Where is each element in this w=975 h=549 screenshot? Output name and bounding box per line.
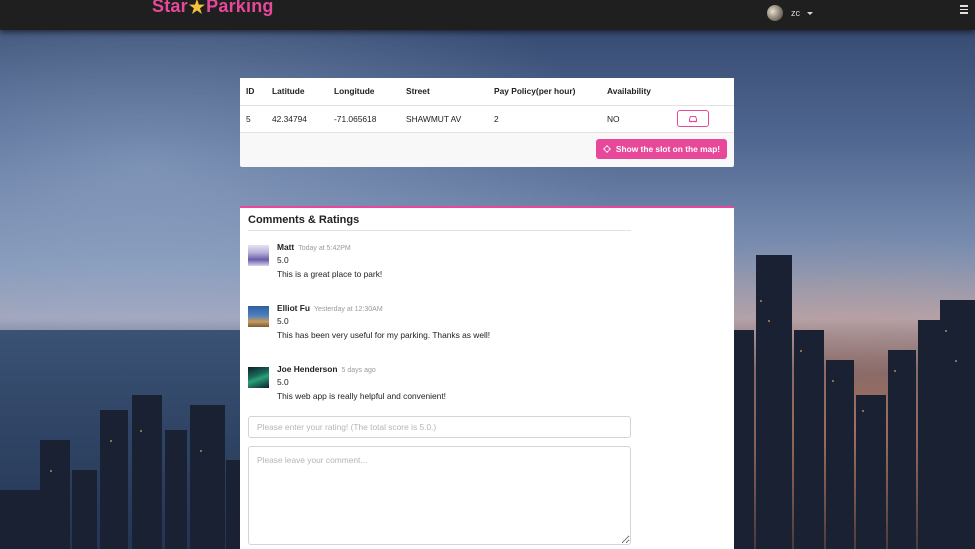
comment-rating: 5.0 <box>277 377 289 387</box>
comment-time: 5 days ago <box>341 367 376 374</box>
hamburger-menu-icon[interactable] <box>960 5 968 16</box>
star-icon: ★ <box>188 0 206 17</box>
user-name: zc <box>791 8 800 18</box>
comment-rating: 5.0 <box>277 316 289 326</box>
user-avatar <box>767 5 783 21</box>
cell-pay-policy: 2 <box>488 104 601 133</box>
reserve-car-button[interactable] <box>677 110 709 127</box>
rating-input[interactable] <box>248 416 631 438</box>
car-icon <box>689 115 697 122</box>
comment-text: This has been very useful for my parking… <box>277 330 491 340</box>
table-row: 5 42.34794 -71.065618 SHAWMUT AV 2 NO <box>240 104 734 133</box>
comment-rating: 5.0 <box>277 255 289 265</box>
top-navbar: Star ★ Parking zc <box>0 0 975 30</box>
header-longitude: Longitude <box>328 78 400 105</box>
cell-street: SHAWMUT AV <box>400 104 488 133</box>
comment-time: Yesterday at 12:30AM <box>314 306 383 313</box>
slot-table: ID Latitude Longitude Street Pay Policy(… <box>240 78 734 133</box>
cell-latitude: 42.34794 <box>266 104 328 133</box>
crosshair-icon <box>602 145 611 153</box>
header-street: Street <box>400 78 488 105</box>
user-menu[interactable]: zc <box>767 5 813 21</box>
comments-title: Comments & Ratings <box>248 214 631 231</box>
brand-text-parking: Parking <box>206 0 274 16</box>
comment-time: Today at 5:42PM <box>298 245 351 252</box>
chevron-down-icon <box>807 11 813 15</box>
header-availability: Availability <box>601 78 671 105</box>
comment-text: This web app is really helpful and conve… <box>277 391 446 401</box>
comment-author[interactable]: Elliot Fu Yesterday at 12:30AM <box>277 303 383 313</box>
cell-action <box>671 104 734 133</box>
comment-avatar <box>248 306 269 327</box>
header-latitude: Latitude <box>266 78 328 105</box>
header-pay-policy: Pay Policy(per hour) <box>488 78 601 105</box>
comment-text: This is a great place to park! <box>277 269 383 279</box>
comment-avatar <box>248 245 269 266</box>
comment-author[interactable]: Joe Henderson 5 days ago <box>277 364 376 374</box>
comment-item: Matt Today at 5:42PM 5.0 This is a great … <box>248 242 628 292</box>
slot-info-card: ID Latitude Longitude Street Pay Policy(… <box>240 78 734 167</box>
comment-item: Joe Henderson 5 days ago 5.0 This web app… <box>248 364 628 414</box>
header-action <box>671 78 734 105</box>
comment-author[interactable]: Matt Today at 5:42PM <box>277 242 351 252</box>
show-on-map-button[interactable]: Show the slot on the map! <box>596 139 727 159</box>
brand-logo[interactable]: Star ★ Parking <box>152 0 274 17</box>
show-on-map-label: Show the slot on the map! <box>615 144 721 154</box>
header-id: ID <box>240 78 266 105</box>
cell-availability: NO <box>601 104 671 133</box>
comments-card: Comments & Ratings Matt Today at 5:42PM 5… <box>240 206 734 549</box>
comment-textarea[interactable] <box>248 446 631 545</box>
brand-text-star: Star <box>152 0 188 16</box>
cell-id: 5 <box>240 104 266 133</box>
comment-item: Elliot Fu Yesterday at 12:30AM 5.0 This h… <box>248 303 628 353</box>
comment-avatar <box>248 367 269 388</box>
slot-table-header: ID Latitude Longitude Street Pay Policy(… <box>240 78 734 105</box>
cell-longitude: -71.065618 <box>328 104 400 133</box>
